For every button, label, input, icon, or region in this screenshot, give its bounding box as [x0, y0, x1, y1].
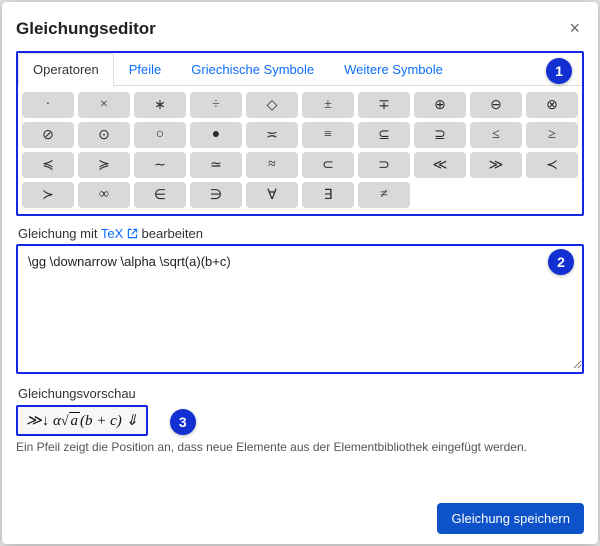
modal-footer: Gleichung speichern [16, 485, 584, 534]
symbol-button[interactable]: ≃ [190, 152, 242, 178]
symbol-button[interactable]: ≻ [22, 182, 74, 208]
symbol-button[interactable]: ∃ [302, 182, 354, 208]
symbol-button[interactable]: ○ [134, 122, 186, 148]
symbol-button[interactable]: ⊂ [302, 152, 354, 178]
symbol-button[interactable]: ≍ [246, 122, 298, 148]
badge-1: 1 [546, 58, 572, 84]
symbol-button[interactable]: ≺ [526, 152, 578, 178]
symbol-button[interactable]: ≈ [246, 152, 298, 178]
tex-label: Gleichung mit TeX bearbeiten [18, 226, 584, 242]
symbol-button[interactable]: ⊗ [526, 92, 578, 118]
symbol-button[interactable]: ± [302, 92, 354, 118]
symbol-button[interactable]: ⊃ [358, 152, 410, 178]
symbol-button[interactable]: · [22, 92, 74, 118]
tex-label-prefix: Gleichung mit [18, 226, 101, 241]
tex-input[interactable] [18, 246, 582, 369]
symbol-button[interactable]: ≫ [470, 152, 522, 178]
symbol-button[interactable]: ∋ [190, 182, 242, 208]
tab-pfeile[interactable]: Pfeile [114, 53, 177, 85]
preview-label: Gleichungsvorschau [18, 386, 584, 401]
tex-link[interactable]: TeX [101, 226, 138, 241]
equation-preview: ≫↓ α√a(b + c) ⇓ [16, 405, 148, 436]
external-link-icon [127, 227, 138, 242]
symbol-button[interactable]: ◇ [246, 92, 298, 118]
modal-title: Gleichungseditor [16, 19, 156, 39]
tab-bar: OperatorenPfeileGriechische SymboleWeite… [18, 53, 582, 86]
symbol-button[interactable]: ≪ [414, 152, 466, 178]
symbol-button[interactable]: ≠ [358, 182, 410, 208]
badge-3: 3 [170, 409, 196, 435]
equation-editor-modal: Gleichungseditor × OperatorenPfeileGriec… [2, 2, 598, 544]
tab-weitere-symbole[interactable]: Weitere Symbole [329, 53, 458, 85]
symbol-button[interactable]: ⊖ [470, 92, 522, 118]
symbol-palette: OperatorenPfeileGriechische SymboleWeite… [16, 51, 584, 216]
save-button[interactable]: Gleichung speichern [437, 503, 584, 534]
badge-2: 2 [548, 249, 574, 275]
symbol-button[interactable]: ∀ [246, 182, 298, 208]
tab-operatoren[interactable]: Operatoren [18, 53, 114, 86]
symbol-button[interactable]: ≥ [526, 122, 578, 148]
tex-input-container: 2 [16, 244, 584, 374]
symbol-button[interactable]: ● [190, 122, 242, 148]
symbol-button[interactable]: ≡ [302, 122, 354, 148]
symbol-button[interactable]: ∓ [358, 92, 410, 118]
symbol-button[interactable]: ∈ [134, 182, 186, 208]
symbol-button[interactable]: ≽ [78, 152, 130, 178]
preview-hint: Ein Pfeil zeigt die Position an, dass ne… [16, 440, 584, 454]
symbol-button[interactable]: ⊆ [358, 122, 410, 148]
symbol-button[interactable]: ⊕ [414, 92, 466, 118]
symbol-button[interactable]: ∞ [78, 182, 130, 208]
symbol-button[interactable]: ∼ [134, 152, 186, 178]
symbol-button[interactable]: × [78, 92, 130, 118]
symbol-button[interactable]: ∗ [134, 92, 186, 118]
preview-container: ≫↓ α√a(b + c) ⇓ 3 [16, 405, 584, 436]
symbol-button[interactable]: ≼ [22, 152, 74, 178]
symbol-button[interactable]: ÷ [190, 92, 242, 118]
modal-header: Gleichungseditor × [16, 16, 584, 41]
symbol-button[interactable]: ⊘ [22, 122, 74, 148]
tab-griechische-symbole[interactable]: Griechische Symbole [176, 53, 329, 85]
symbol-button[interactable]: ⊙ [78, 122, 130, 148]
symbol-grid: ·×∗÷◇±∓⊕⊖⊗ ⊘⊙○●≍≡⊆⊇≤≥ ≼≽∼≃≈⊂⊃≪≫≺ ≻∞∈∋∀∃≠ [18, 86, 582, 214]
symbol-button[interactable]: ≤ [470, 122, 522, 148]
symbol-button[interactable]: ⊇ [414, 122, 466, 148]
close-icon[interactable]: × [565, 16, 584, 41]
tex-label-suffix: bearbeiten [142, 226, 203, 241]
